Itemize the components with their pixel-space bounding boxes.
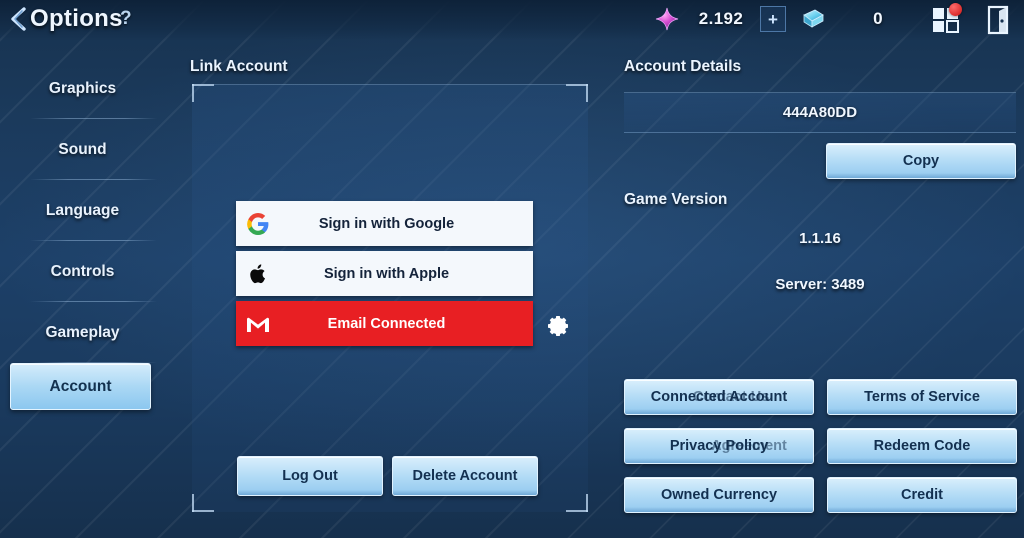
sidebar-item-label: Graphics	[48, 79, 117, 97]
email-settings-button[interactable]	[540, 308, 576, 344]
top-bar: Options ? 2.192 + 0	[0, 0, 1024, 40]
sign-in-google-button[interactable]: Sign in with Google	[236, 201, 533, 246]
cash-currency: 0	[796, 2, 926, 36]
back-chevron-icon	[11, 7, 26, 31]
grid-menu-button[interactable]	[924, 2, 968, 38]
connected-account-label: Connected Account	[650, 389, 788, 405]
credit-button[interactable]: Credit	[827, 477, 1017, 513]
game-version-heading: Game Version	[624, 191, 728, 208]
gmail-m-icon	[236, 301, 280, 346]
gem-amount: 2.192	[698, 9, 744, 28]
panel-top-rule	[214, 84, 566, 85]
signin-button-stack: Sign in with Google Sign in with Apple E…	[236, 201, 533, 351]
owned-currency-button[interactable]: Owned Currency	[624, 477, 814, 513]
settings-sidebar: Graphics Sound Language Controls Gamepla…	[0, 58, 165, 410]
sidebar-item-controls[interactable]: Controls	[0, 241, 165, 302]
redeem-code-button[interactable]: Redeem Code	[827, 428, 1017, 464]
add-gems-button[interactable]: +	[760, 6, 786, 32]
help-button[interactable]: ?	[120, 0, 132, 38]
options-screen: Options ? 2.192 + 0 Graphics Sound Langu…	[0, 0, 1024, 538]
sidebar-item-label: Controls	[50, 262, 115, 280]
sidebar-item-graphics[interactable]: Graphics	[0, 58, 165, 119]
privacy-policy-label: Privacy Policy	[669, 438, 769, 454]
sidebar-item-label: Sound	[58, 140, 107, 158]
sidebar-item-gameplay[interactable]: Gameplay	[0, 302, 165, 363]
sidebar-item-account[interactable]: Account	[10, 363, 151, 410]
currency-bar: 2.192 + 0	[650, 0, 926, 38]
corner-bracket-icon	[566, 84, 588, 102]
top-right-icons	[924, 1, 1020, 39]
corner-bracket-icon	[566, 494, 588, 512]
notification-badge	[949, 3, 962, 16]
link-account-heading: Link Account	[190, 58, 288, 75]
sign-in-apple-label: Sign in with Apple	[323, 265, 450, 282]
game-version-value: 1.1.16	[799, 230, 841, 247]
sidebar-item-label: Account	[49, 377, 112, 395]
corner-bracket-icon	[192, 494, 214, 512]
sidebar-item-label: Language	[45, 201, 120, 219]
account-id-field: 444A80DD	[624, 92, 1016, 133]
sidebar-item-language[interactable]: Language	[0, 180, 165, 241]
page-title: Options	[30, 5, 123, 32]
copy-button[interactable]: Copy	[826, 143, 1016, 179]
server-value: Server: 3489	[775, 276, 865, 293]
account-details-heading: Account Details	[624, 58, 742, 75]
gem-currency: 2.192 +	[650, 2, 796, 36]
gear-icon	[548, 316, 568, 336]
email-connected-button[interactable]: Email Connected	[236, 301, 533, 346]
log-out-button[interactable]: Log Out	[237, 456, 383, 496]
exit-door-icon	[987, 5, 1009, 35]
cash-amount: 0	[873, 9, 883, 28]
legal-links-grid: Connected Account Contact Us Terms of Se…	[624, 379, 1017, 513]
back-button[interactable]	[4, 3, 32, 35]
connected-account-button[interactable]: Connected Account Contact Us	[624, 379, 814, 415]
email-connected-label: Email Connected	[327, 315, 446, 332]
corner-bracket-icon	[192, 84, 214, 102]
account-actions-row: Log Out Delete Account	[237, 456, 538, 496]
sign-in-apple-button[interactable]: Sign in with Apple	[236, 251, 533, 296]
terms-of-service-button[interactable]: Terms of Service	[827, 379, 1017, 415]
exit-button[interactable]	[976, 2, 1020, 38]
privacy-policy-button[interactable]: Privacy Policy Agreement	[624, 428, 814, 464]
google-g-icon	[236, 201, 280, 246]
apple-logo-icon	[236, 251, 280, 296]
sidebar-item-label: Gameplay	[45, 323, 120, 341]
cash-card-icon	[796, 2, 830, 36]
delete-account-button[interactable]: Delete Account	[392, 456, 538, 496]
gem-icon	[650, 2, 684, 36]
sidebar-item-sound[interactable]: Sound	[0, 119, 165, 180]
sign-in-google-label: Sign in with Google	[318, 215, 455, 232]
